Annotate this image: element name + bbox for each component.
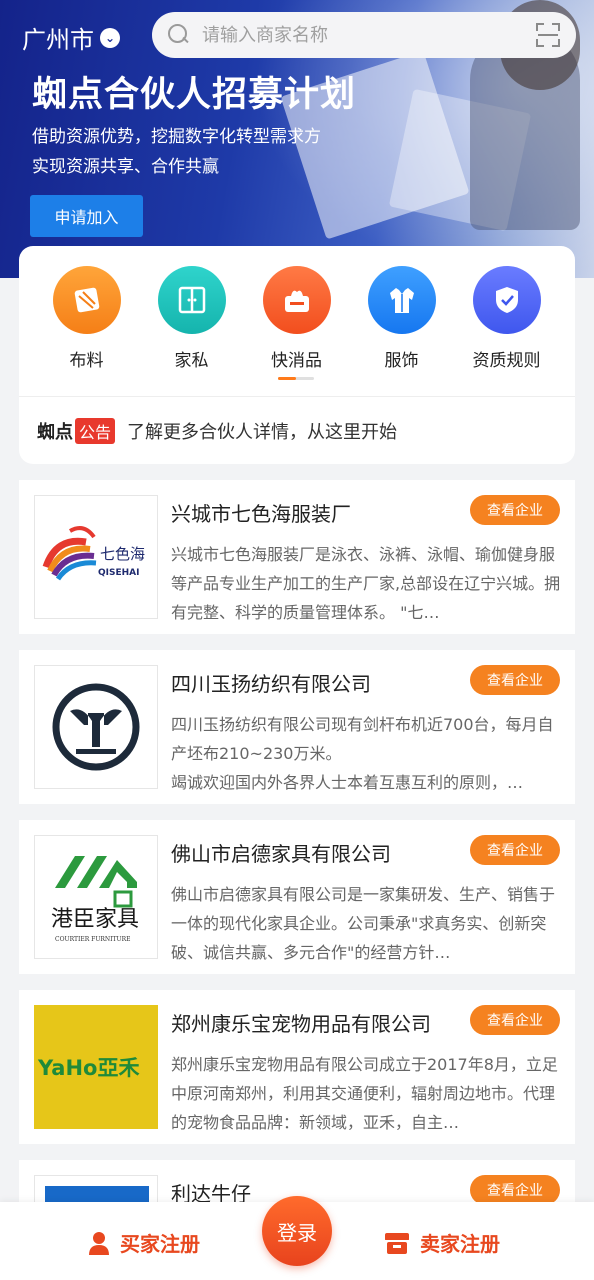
tissue-box-icon (262, 266, 331, 334)
apply-join-button[interactable]: 申请加入 (30, 195, 143, 237)
fabric-icon (52, 266, 121, 334)
company-name: 佛山市启德家具有限公司 (171, 842, 391, 866)
search-icon (168, 24, 190, 46)
search-input[interactable] (202, 24, 502, 46)
banner-subtitle: 实现资源共享、合作共赢 (32, 157, 219, 177)
city-label: 广州市 (22, 26, 94, 54)
scan-icon[interactable] (536, 23, 560, 47)
category-label: 布料 (69, 351, 104, 371)
company-name: 四川玉扬纺织有限公司 (171, 672, 371, 696)
banner-title: 蜘点合伙人招募计划 (32, 75, 357, 115)
category-item-fmcg[interactable]: 快消品 (244, 266, 349, 371)
category-label: 快消品 (271, 351, 322, 371)
login-button[interactable]: 登录 (262, 1196, 332, 1266)
company-card[interactable]: 港臣家具 COURTIER FURNITURE 佛山市启德家具有限公司 查看企业… (19, 820, 575, 974)
logo-text: YaHo亞禾 (37, 1056, 139, 1080)
logo-text: 港臣家具 (51, 907, 139, 932)
category-grid: 布料 家私 快消品 服饰 资质规则 (19, 266, 575, 371)
view-company-button[interactable]: 查看企业 (470, 1175, 560, 1205)
banner-subtitle: 借助资源优势，挖掘数字化转型需求方 (32, 127, 321, 147)
seller-register-label: 卖家注册 (420, 1232, 500, 1256)
buyer-register-button[interactable]: 买家注册 (88, 1228, 200, 1257)
furniture-icon (157, 266, 226, 334)
seller-register-button[interactable]: 卖家注册 (384, 1228, 500, 1257)
shield-check-icon (472, 266, 541, 334)
divider (19, 396, 575, 397)
shirt-icon (367, 266, 436, 334)
notice-tag: 公告 (75, 418, 116, 444)
category-card: 布料 家私 快消品 服饰 资质规则 蜘点 公告 了解更多合伙人详情，从这里开始 (19, 246, 575, 464)
top-bar: 广州市 ⌄ (0, 10, 594, 60)
company-card[interactable]: 四川玉扬纺织有限公司 查看企业 四川玉扬纺织有限公司现有剑杆布机近700台，每月… (19, 650, 575, 804)
company-description: 郑州康乐宝宠物用品有限公司成立于2017年8月，立足中原河南郑州，利用其交通便利… (171, 1055, 558, 1132)
category-item-furniture[interactable]: 家私 (139, 266, 244, 371)
notice-brand: 蜘点 (37, 422, 73, 443)
logo-text: 七色海 (100, 545, 145, 563)
user-icon (89, 1231, 109, 1255)
category-label: 资质规则 (472, 351, 541, 371)
company-description: 四川玉扬纺织有限公司现有剑杆布机近700台，每月自产坯布210~230万米。 竭… (171, 715, 554, 792)
category-label: 家私 (174, 351, 209, 371)
logo-sub-text: COURTIER FURNITURE (55, 936, 130, 943)
company-name: 郑州康乐宝宠物用品有限公司 (171, 1012, 431, 1036)
company-card[interactable]: YaHo亞禾 郑州康乐宝宠物用品有限公司 查看企业 郑州康乐宝宠物用品有限公司成… (19, 990, 575, 1144)
chevron-down-icon: ⌄ (100, 27, 120, 48)
notice-text: 了解更多合伙人详情，从这里开始 (127, 422, 398, 443)
company-name: 兴城市七色海服装厂 (171, 502, 351, 526)
view-company-button[interactable]: 查看企业 (470, 665, 560, 695)
category-label: 服饰 (384, 351, 419, 371)
company-description: 兴城市七色海服装厂是泳衣、泳裤、泳帽、瑜伽健身服等产品专业生产加工的生产厂家,总… (171, 545, 561, 622)
company-logo (34, 665, 158, 789)
view-company-button[interactable]: 查看企业 (470, 495, 560, 525)
company-card[interactable]: 七色海 QISEHAI 兴城市七色海服装厂 查看企业 兴城市七色海服装厂是泳衣、… (19, 480, 575, 634)
buyer-register-label: 买家注册 (120, 1232, 200, 1256)
company-description: 佛山市启德家具有限公司是一家集研发、生产、销售于一体的现代化家具企业。公司秉承"… (171, 885, 556, 962)
category-item-fabric[interactable]: 布料 (34, 266, 139, 371)
store-icon (385, 1232, 409, 1254)
category-item-rules[interactable]: 资质规则 (454, 266, 559, 371)
view-company-button[interactable]: 查看企业 (470, 835, 560, 865)
company-logo: 七色海 QISEHAI (34, 495, 158, 619)
company-logo: YaHo亞禾 (34, 1005, 158, 1129)
search-bar[interactable] (152, 12, 576, 58)
notice-bar[interactable]: 蜘点 公告 了解更多合伙人详情，从这里开始 (37, 418, 397, 444)
company-logo: 港臣家具 COURTIER FURNITURE (34, 835, 158, 959)
page-indicator (278, 377, 314, 380)
view-company-button[interactable]: 查看企业 (470, 1005, 560, 1035)
category-item-apparel[interactable]: 服饰 (349, 266, 454, 371)
city-selector[interactable]: 广州市 ⌄ (22, 20, 120, 55)
logo-sub-text: QISEHAI (98, 568, 139, 578)
